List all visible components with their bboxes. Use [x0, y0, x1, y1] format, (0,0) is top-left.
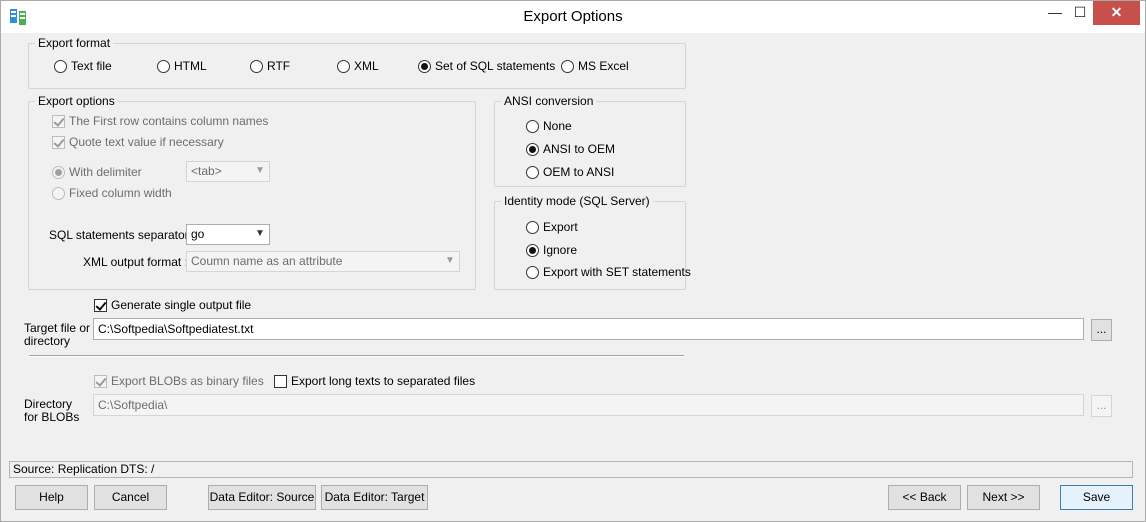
blob-directory-input[interactable]: C:\Softpedia\	[93, 394, 1084, 416]
data-editor-source-button[interactable]: Data Editor: Source	[208, 485, 316, 510]
checkbox-label: Export long texts to separated files	[291, 374, 476, 388]
checkbox-indicator	[274, 374, 287, 388]
format-text-file-radio[interactable]: Text file	[54, 58, 112, 74]
radio-indicator	[54, 59, 67, 73]
chevron-down-icon: ▼	[255, 228, 265, 239]
blob-dir-label-line2: for BLOBs	[24, 410, 80, 424]
ansi-conversion-label: ANSI conversion	[501, 94, 597, 108]
radio-label: Ignore	[543, 243, 578, 257]
format-html-radio[interactable]: HTML	[157, 58, 207, 74]
radio-label: RTF	[267, 59, 291, 73]
identity-export-set-radio[interactable]: Export with SET statements	[526, 264, 691, 280]
back-button[interactable]: << Back	[888, 485, 961, 510]
delimiter-value: <tab>	[191, 164, 222, 178]
ansi-none-radio[interactable]: None	[526, 118, 572, 134]
radio-label: HTML	[174, 59, 207, 73]
quote-text-checkbox[interactable]: Quote text value if necessary	[52, 134, 224, 150]
chevron-down-icon: ▼	[255, 165, 265, 176]
identity-export-radio[interactable]: Export	[526, 219, 578, 235]
radio-indicator	[337, 59, 350, 73]
radio-indicator	[561, 59, 574, 73]
next-button[interactable]: Next >>	[967, 485, 1040, 510]
checkbox-indicator	[52, 135, 65, 149]
radio-indicator	[52, 165, 65, 179]
format-xml-radio[interactable]: XML	[337, 58, 379, 74]
radio-indicator	[418, 59, 431, 73]
with-delimiter-radio[interactable]: With delimiter	[52, 164, 142, 180]
checkbox-label: Quote text value if necessary	[69, 135, 224, 149]
checkbox-indicator	[52, 114, 65, 128]
radio-indicator	[526, 165, 539, 179]
target-browse-button[interactable]: ...	[1091, 319, 1112, 341]
format-sql-statements-radio[interactable]: Set of SQL statements	[418, 58, 555, 74]
radio-indicator	[157, 59, 170, 73]
radio-indicator	[526, 220, 539, 234]
radio-label: With delimiter	[69, 165, 142, 179]
checkbox-indicator	[94, 298, 107, 312]
format-rtf-radio[interactable]: RTF	[250, 58, 290, 74]
sql-separator-select[interactable]: go ▼	[186, 224, 270, 245]
radio-indicator	[526, 243, 539, 257]
status-bar: Source: Replication DTS: /	[9, 461, 1133, 478]
radio-label: Export	[543, 220, 578, 234]
data-editor-target-button[interactable]: Data Editor: Target	[321, 485, 428, 510]
export-blobs-binary-checkbox[interactable]: Export BLOBs as binary files	[94, 373, 264, 389]
first-row-column-names-checkbox[interactable]: The First row contains column names	[52, 113, 268, 129]
target-file-label-line2: directory	[24, 334, 71, 348]
xml-output-label: XML output format :	[83, 255, 188, 269]
radio-indicator	[250, 59, 263, 73]
export-options-label: Export options	[35, 94, 118, 108]
checkbox-label: Generate single output file	[111, 298, 252, 312]
xml-output-value: Coumn name as an attribute	[191, 254, 343, 268]
format-ms-excel-radio[interactable]: MS Excel	[561, 58, 629, 74]
target-file-input[interactable]: C:\Softpedia\Softpediatest.txt	[93, 318, 1084, 340]
oem-to-ansi-radio[interactable]: OEM to ANSI	[526, 164, 614, 180]
radio-label: Text file	[71, 59, 112, 73]
xml-output-select[interactable]: Coumn name as an attribute ▼	[186, 251, 460, 272]
cancel-button[interactable]: Cancel	[94, 485, 167, 510]
radio-label: OEM to ANSI	[543, 165, 615, 179]
generate-single-file-checkbox[interactable]: Generate single output file	[94, 297, 251, 313]
delimiter-select[interactable]: <tab> ▼	[186, 161, 270, 182]
radio-indicator	[526, 265, 539, 279]
help-button[interactable]: Help	[15, 485, 88, 510]
save-button[interactable]: Save	[1060, 485, 1133, 510]
window-title: Export Options	[523, 8, 623, 25]
minimize-icon[interactable]: —	[1041, 1, 1069, 25]
checkbox-indicator	[94, 374, 107, 388]
sql-separator-label: SQL statements separator :	[49, 228, 196, 242]
fixed-column-width-radio[interactable]: Fixed column width	[52, 185, 172, 201]
radio-label: None	[543, 119, 572, 133]
radio-indicator	[52, 186, 65, 200]
title-bar: Export Options — ☐ ✕	[1, 1, 1145, 33]
identity-mode-label: Identity mode (SQL Server)	[501, 194, 653, 208]
blob-dir-label-line1: Directory	[24, 397, 73, 411]
separator-line	[29, 355, 684, 357]
radio-label: Fixed column width	[69, 186, 172, 200]
checkbox-label: Export BLOBs as binary files	[111, 374, 264, 388]
radio-indicator	[526, 142, 539, 156]
maximize-icon[interactable]: ☐	[1067, 1, 1093, 25]
radio-indicator	[526, 119, 539, 133]
target-file-label-line1: Target file or	[24, 321, 91, 335]
sql-separator-value: go	[191, 227, 205, 241]
identity-ignore-radio[interactable]: Ignore	[526, 242, 577, 258]
close-icon[interactable]: ✕	[1093, 1, 1140, 25]
export-options-window: Export Options — ☐ ✕ Export format Text …	[0, 0, 1146, 522]
ansi-to-oem-radio[interactable]: ANSI to OEM	[526, 141, 615, 157]
checkbox-label: The First row contains column names	[69, 114, 269, 128]
radio-label: Set of SQL statements	[435, 59, 556, 73]
status-text: Source: Replication DTS: /	[13, 462, 155, 476]
chevron-down-icon: ▼	[445, 255, 455, 266]
export-long-texts-checkbox[interactable]: Export long texts to separated files	[274, 373, 475, 389]
radio-label: MS Excel	[578, 59, 629, 73]
radio-label: Export with SET statements	[543, 265, 691, 279]
blob-browse-button[interactable]: ...	[1091, 395, 1112, 417]
radio-label: XML	[354, 59, 379, 73]
radio-label: ANSI to OEM	[543, 142, 616, 156]
export-format-label: Export format	[35, 36, 114, 50]
